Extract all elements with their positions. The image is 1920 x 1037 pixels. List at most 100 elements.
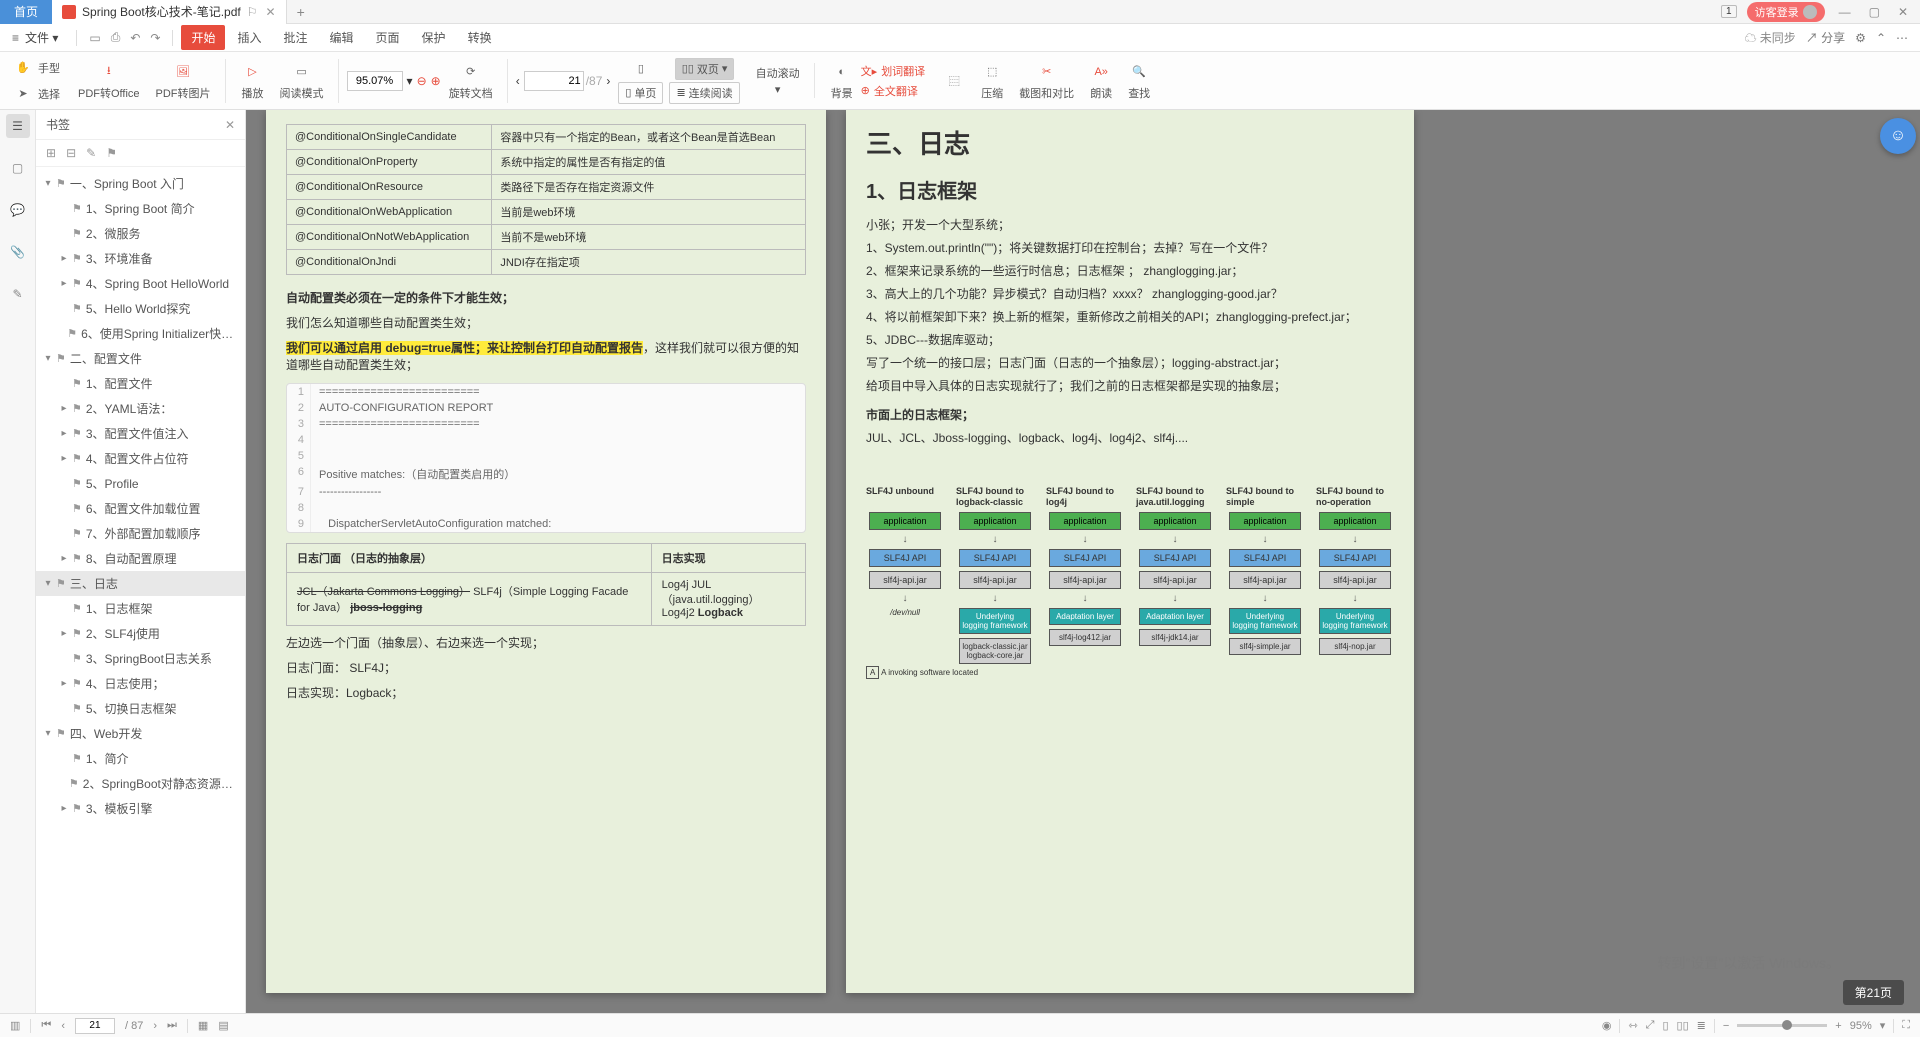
sb-eye-icon[interactable]: ◉ <box>1602 1019 1612 1032</box>
menu-edit[interactable]: 编辑 <box>320 25 364 50</box>
new-tab-button[interactable]: + <box>287 4 315 20</box>
compress[interactable]: ⬚压缩 <box>973 59 1011 103</box>
menu-page[interactable]: 页面 <box>366 25 410 50</box>
bookmark-node[interactable]: ⚑5、Hello World探究 <box>36 296 245 321</box>
zoom-input[interactable] <box>347 71 403 91</box>
bookmark-node[interactable]: ⚑6、使用Spring Initializer快速创建Spring Boot项目 <box>36 321 245 346</box>
settings-icon[interactable]: ⚙ <box>1855 31 1866 45</box>
sb-fit-page-icon[interactable]: ⤢ <box>1646 1019 1655 1032</box>
bookmark-node[interactable]: ⚑6、配置文件加载位置 <box>36 496 245 521</box>
expand-all-icon[interactable]: ⊞ <box>46 146 56 160</box>
sb-prev-icon[interactable]: ‹ <box>61 1020 65 1032</box>
bookmark-node[interactable]: ▸⚑4、日志使用； <box>36 671 245 696</box>
flag-bookmark-icon[interactable]: ⚑ <box>106 146 117 160</box>
login-button[interactable]: 访客登录 <box>1747 2 1825 22</box>
menu-start[interactable]: 开始 <box>181 25 225 50</box>
sb-first-icon[interactable]: ⏮ <box>41 1019 51 1032</box>
file-menu[interactable]: 文件 ▾ <box>25 29 58 46</box>
maximize-icon[interactable]: ▢ <box>1865 5 1884 19</box>
single-page[interactable]: ▯ 单页 <box>618 82 663 104</box>
auto-scroll[interactable]: 自动滚动 ▾ <box>748 63 815 98</box>
bookmark-node[interactable]: ⚑1、日志框架 <box>36 596 245 621</box>
open-icon[interactable]: ▭ <box>89 31 100 45</box>
menu-convert[interactable]: 转换 <box>458 25 502 50</box>
redo-icon[interactable]: ↷ <box>150 31 160 45</box>
hamburger-icon[interactable]: ≡ <box>12 31 19 45</box>
bookmark-node[interactable]: ⚑3、SpringBoot日志关系 <box>36 646 245 671</box>
bookmark-node[interactable]: ▾⚑四、Web开发 <box>36 721 245 746</box>
full-translate[interactable]: ⊕全文翻译 <box>861 83 926 99</box>
bookmark-node[interactable]: ⚑5、Profile <box>36 471 245 496</box>
crop-compare[interactable]: ✂截图和对比 <box>1011 59 1082 103</box>
menu-protect[interactable]: 保护 <box>412 25 456 50</box>
select-tool[interactable]: ➤选择 <box>12 83 60 105</box>
sb-next-icon[interactable]: › <box>153 1020 157 1032</box>
undo-icon[interactable]: ↶ <box>130 31 140 45</box>
sb-double-icon[interactable]: ▯▯ <box>1677 1019 1689 1032</box>
sb-fullscreen-icon[interactable]: ⛶ <box>1902 1019 1910 1032</box>
zoom-in-icon[interactable]: ⊕ <box>431 74 441 88</box>
signatures-rail-icon[interactable]: ✎ <box>6 282 30 306</box>
sb-last-icon[interactable]: ⏭ <box>167 1019 177 1032</box>
bookmark-node[interactable]: ⚑2、SpringBoot对静态资源的映射规则； <box>36 771 245 796</box>
document-tab[interactable]: Spring Boot核心技术-笔记.pdf ⚐ ✕ <box>52 0 287 24</box>
badge-count[interactable]: 1 <box>1721 5 1737 18</box>
bookmark-node[interactable]: ▾⚑二、配置文件 <box>36 346 245 371</box>
hand-tool[interactable]: ✋手型 <box>12 57 60 79</box>
zoom-dropdown-icon[interactable]: ▾ <box>407 74 413 88</box>
select-text[interactable]: ⿳ <box>935 68 973 94</box>
pin-icon[interactable]: ⚐ <box>247 5 258 19</box>
sb-fit-width-icon[interactable]: ⇿ <box>1628 1019 1637 1032</box>
bookmarks-rail-icon[interactable]: ☰ <box>6 114 30 138</box>
pdf-to-office[interactable]: ⭳PDF转Office <box>70 59 148 103</box>
more-icon[interactable]: ⋯ <box>1896 31 1908 45</box>
bookmark-node[interactable]: ⚑1、配置文件 <box>36 371 245 396</box>
rotate-doc[interactable]: ⟳旋转文档 <box>441 59 508 103</box>
menu-annotate[interactable]: 批注 <box>274 25 318 50</box>
continuous-read[interactable]: ≣ 连续阅读 <box>669 82 739 104</box>
bookmark-node[interactable]: ⚑2、微服务 <box>36 221 245 246</box>
zoom-out-icon[interactable]: ⊖ <box>417 74 427 88</box>
collapse-ribbon-icon[interactable]: ⌃ <box>1876 31 1886 45</box>
sb-list-icon[interactable]: ▤ <box>218 1019 228 1032</box>
close-sidebar-icon[interactable]: ✕ <box>225 118 235 132</box>
bookmark-node[interactable]: ▾⚑一、Spring Boot 入门 <box>36 171 245 196</box>
bookmark-node[interactable]: ⚑7、外部配置加载顺序 <box>36 521 245 546</box>
help-float-button[interactable]: ☺ <box>1880 118 1916 154</box>
sb-zoom-out-icon[interactable]: − <box>1723 1020 1729 1032</box>
double-page[interactable]: ▯▯ 双页 ▾ <box>675 58 735 80</box>
read-mode[interactable]: ▭阅读模式 <box>272 59 339 103</box>
thumbnails-rail-icon[interactable]: ▢ <box>6 156 30 180</box>
bookmark-node[interactable]: ▸⚑3、环境准备 <box>36 246 245 271</box>
sb-zoom-slider[interactable] <box>1737 1024 1827 1027</box>
word-translate[interactable]: 文▸划词翻译 <box>861 63 926 79</box>
bookmark-node[interactable]: ▸⚑4、Spring Boot HelloWorld <box>36 271 245 296</box>
bookmark-node[interactable]: ▸⚑2、SLF4j使用 <box>36 621 245 646</box>
pdf-to-image[interactable]: 🖼PDF转图片 <box>148 59 226 103</box>
prev-page-icon[interactable]: ‹ <box>516 74 520 88</box>
sb-single-icon[interactable]: ▯ <box>1662 1019 1668 1032</box>
bookmark-node[interactable]: ▸⚑3、模板引擎 <box>36 796 245 821</box>
play-button[interactable]: ▷播放 <box>234 59 272 103</box>
bookmark-node[interactable]: ▸⚑8、自动配置原理 <box>36 546 245 571</box>
sb-page-input[interactable] <box>75 1018 115 1034</box>
minimize-icon[interactable]: — <box>1835 5 1855 19</box>
close-window-icon[interactable]: ✕ <box>1894 5 1912 19</box>
menu-insert[interactable]: 插入 <box>227 25 271 50</box>
background[interactable]: ◐背景 <box>823 59 861 103</box>
sb-grid-icon[interactable]: ▦ <box>198 1019 208 1032</box>
bookmark-node[interactable]: ⚑1、简介 <box>36 746 245 771</box>
bookmark-node[interactable]: ⚑5、切换日志框架 <box>36 696 245 721</box>
attachments-rail-icon[interactable]: 📎 <box>6 240 30 264</box>
collapse-all-icon[interactable]: ⊟ <box>66 146 76 160</box>
bookmark-node[interactable]: ▸⚑3、配置文件值注入 <box>36 421 245 446</box>
document-viewport[interactable]: ☺ @ConditionalOnSingleCandidate容器中只有一个指定… <box>246 110 1920 1013</box>
bookmark-node[interactable]: ▾⚑三、日志 <box>36 571 245 596</box>
comments-rail-icon[interactable]: 💬 <box>6 198 30 222</box>
close-tab-icon[interactable]: ✕ <box>266 5 276 19</box>
sb-zoom-in-icon[interactable]: + <box>1835 1020 1841 1032</box>
read-aloud[interactable]: A»朗读 <box>1082 59 1120 103</box>
find[interactable]: 🔍查找 <box>1120 59 1158 103</box>
sb-continuous-icon[interactable]: ≣ <box>1697 1019 1706 1032</box>
edit-bookmark-icon[interactable]: ✎ <box>86 146 96 160</box>
